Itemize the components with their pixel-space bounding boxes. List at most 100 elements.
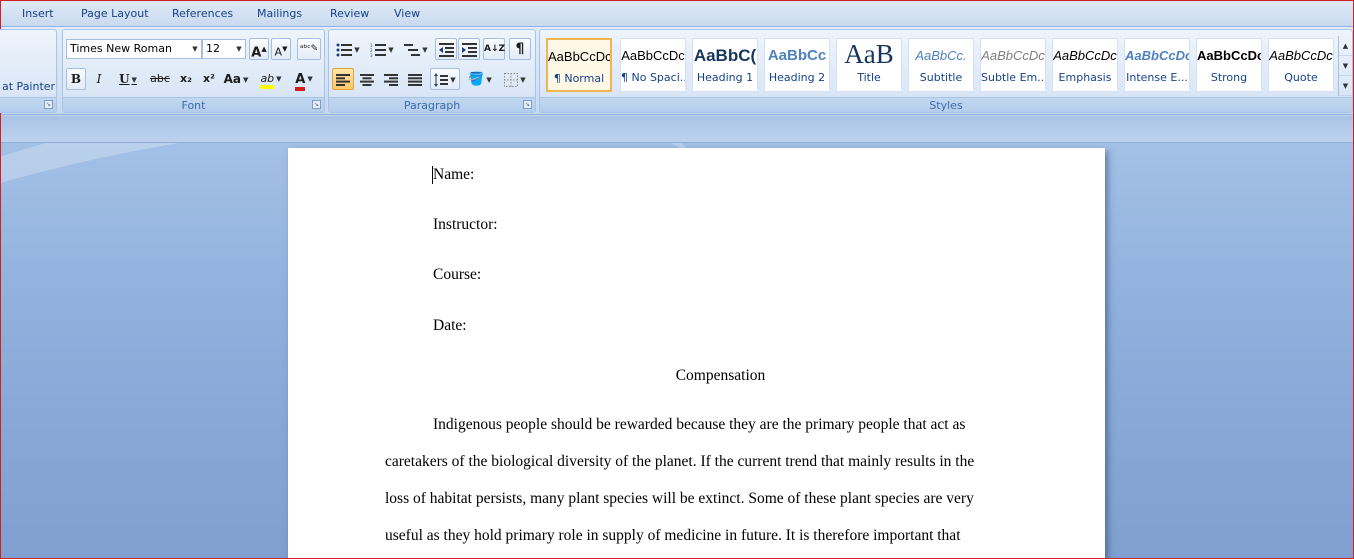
tab-references[interactable]: References bbox=[172, 7, 233, 20]
multilevel-list-button[interactable]: ▼ bbox=[400, 38, 432, 60]
font-size-value: 12 bbox=[206, 42, 220, 55]
font-color-button[interactable]: A ▼ bbox=[289, 68, 319, 91]
clear-formatting-button[interactable]: ᵃᵇᶜ✎ bbox=[297, 38, 321, 60]
style-heading-2[interactable]: AaBbCc Heading 2 bbox=[764, 38, 830, 92]
name-line[interactable]: Name: bbox=[433, 166, 474, 184]
font-group-label: Font bbox=[63, 97, 324, 112]
grow-font-label: A bbox=[251, 45, 262, 61]
style-intense-emphasis[interactable]: AaBbCcDc Intense E... bbox=[1124, 38, 1190, 92]
style-strong[interactable]: AaBbCcDc Strong bbox=[1196, 38, 1262, 92]
increase-indent-button[interactable] bbox=[458, 38, 480, 60]
show-formatting-marks-button[interactable]: ¶ bbox=[509, 38, 531, 60]
style-normal[interactable]: AaBbCcDc ¶ Normal bbox=[546, 38, 612, 92]
tab-view[interactable]: View bbox=[394, 7, 420, 20]
styles-gallery-scroll: ▲ ▼ ▼ bbox=[1338, 36, 1352, 96]
chevron-down-icon: ▼ bbox=[354, 45, 360, 54]
shrink-font-button[interactable]: A▼ bbox=[271, 38, 291, 60]
format-painter-button[interactable]: at Painter bbox=[2, 80, 55, 93]
change-case-button[interactable]: Aa ▼ bbox=[221, 68, 251, 90]
numbering-button[interactable]: 1 2 3 ▼ bbox=[366, 38, 398, 60]
font-name-combo[interactable]: Times New Roman ▼ bbox=[66, 39, 202, 59]
paragraph-group-label: Paragraph bbox=[329, 97, 535, 112]
paragraph-line-3[interactable]: loss of habitat persists, many plant spe… bbox=[385, 490, 974, 508]
font-size-combo[interactable]: 12 ▼ bbox=[202, 39, 246, 59]
style-sample: AaBbCcDc bbox=[1269, 48, 1333, 63]
borders-icon bbox=[504, 72, 519, 87]
sort-icon: A↓Z bbox=[484, 44, 506, 54]
svg-text:3: 3 bbox=[370, 53, 373, 57]
underline-label: U bbox=[119, 72, 130, 86]
subscript-button[interactable]: x₂ bbox=[175, 68, 197, 90]
ruler-bar bbox=[1, 116, 1353, 143]
align-right-button[interactable] bbox=[380, 68, 402, 90]
styles-group-label: Styles bbox=[540, 97, 1352, 112]
course-line[interactable]: Course: bbox=[433, 266, 481, 284]
chevron-down-icon: ▼ bbox=[450, 75, 456, 84]
tab-page-layout[interactable]: Page Layout bbox=[81, 7, 149, 20]
tab-review[interactable]: Review bbox=[330, 7, 369, 20]
bullets-button[interactable]: ▼ bbox=[332, 38, 364, 60]
document-title[interactable]: Compensation bbox=[288, 367, 1153, 385]
chevron-down-icon: ▼ bbox=[131, 74, 137, 84]
borders-button[interactable]: ▼ bbox=[499, 68, 531, 90]
shading-button[interactable]: 🪣 ▼ bbox=[464, 68, 496, 90]
change-case-label: Aa bbox=[223, 72, 241, 86]
ribbon-tabs: Insert Page Layout References Mailings R… bbox=[1, 1, 1353, 27]
align-right-icon bbox=[384, 73, 398, 86]
highlighter-icon: ab bbox=[260, 72, 275, 89]
style-sample: AaBbCcDc bbox=[548, 49, 610, 64]
align-left-button[interactable] bbox=[332, 68, 354, 90]
style-subtle-emphasis[interactable]: AaBbCcDc Subtle Em... bbox=[980, 38, 1046, 92]
style-name: Heading 1 bbox=[696, 71, 754, 84]
tab-mailings[interactable]: Mailings bbox=[257, 7, 302, 20]
justify-button[interactable] bbox=[404, 68, 426, 90]
align-left-icon bbox=[336, 73, 350, 86]
clipboard-group: at Painter ↘ bbox=[0, 29, 57, 113]
paragraph-dialog-launcher[interactable]: ↘ bbox=[523, 100, 532, 109]
style-title[interactable]: AaB Title bbox=[836, 38, 902, 92]
paint-bucket-icon: 🪣 bbox=[468, 72, 485, 87]
style-sample: AaBbCcDc bbox=[1125, 48, 1189, 63]
font-group: Times New Roman ▼ 12 ▼ A▲ A▼ ᵃᵇᶜ✎ B I U ▼… bbox=[62, 29, 325, 113]
document-workspace: Name: Instructor: Course: Date: Compensa… bbox=[1, 143, 1353, 558]
style-subtitle[interactable]: AaBbCc. Subtitle bbox=[908, 38, 974, 92]
chevron-down-icon[interactable]: ▼ bbox=[1339, 56, 1352, 76]
style-quote[interactable]: AaBbCcDc Quote bbox=[1268, 38, 1334, 92]
italic-button[interactable]: I bbox=[89, 68, 109, 90]
paragraph-line-4[interactable]: useful as they hold primary role in supp… bbox=[385, 527, 961, 545]
numbered-list-icon: 123 bbox=[370, 43, 387, 58]
underline-button[interactable]: U ▼ bbox=[113, 68, 143, 90]
bold-button[interactable]: B bbox=[66, 68, 86, 90]
align-center-icon bbox=[360, 73, 374, 86]
strikethrough-button[interactable]: abc bbox=[148, 68, 172, 90]
line-spacing-icon bbox=[434, 72, 449, 87]
tab-insert[interactable]: Insert bbox=[22, 7, 54, 20]
document-page[interactable]: Name: Instructor: Course: Date: Compensa… bbox=[288, 148, 1105, 558]
highlight-button[interactable]: ab ▼ bbox=[256, 68, 286, 90]
sort-button[interactable]: A↓Z bbox=[483, 38, 505, 60]
chevron-down-icon: ▼ bbox=[307, 75, 313, 83]
style-heading-1[interactable]: AaBbC( Heading 1 bbox=[692, 38, 758, 92]
superscript-button[interactable]: x² bbox=[198, 68, 220, 90]
chevron-down-icon: ▼ bbox=[422, 45, 428, 54]
style-sample: AaBbCc. bbox=[915, 48, 967, 63]
line-spacing-button[interactable]: ▼ bbox=[430, 68, 460, 90]
align-center-button[interactable] bbox=[356, 68, 378, 90]
paragraph-line-1[interactable]: Indigenous people should be rewarded bec… bbox=[433, 416, 965, 434]
grow-font-button[interactable]: A▲ bbox=[249, 38, 269, 60]
style-name: Intense E... bbox=[1126, 71, 1188, 84]
font-dialog-launcher[interactable]: ↘ bbox=[312, 100, 321, 109]
clipboard-dialog-launcher[interactable]: ↘ bbox=[44, 100, 53, 109]
chevron-up-icon[interactable]: ▲ bbox=[1339, 36, 1352, 56]
style-emphasis[interactable]: AaBbCcDc Emphasis bbox=[1052, 38, 1118, 92]
gallery-more-icon[interactable]: ▼ bbox=[1339, 76, 1352, 96]
chevron-down-icon: ▼ bbox=[192, 45, 198, 53]
chevron-down-icon: ▼ bbox=[520, 75, 526, 84]
style-sample: AaB bbox=[844, 39, 894, 69]
date-line[interactable]: Date: bbox=[433, 317, 467, 335]
style-sample: AaBbCcDc bbox=[981, 48, 1045, 63]
style-no-spacing[interactable]: AaBbCcDc ¶ No Spaci... bbox=[620, 38, 686, 92]
decrease-indent-button[interactable] bbox=[435, 38, 457, 60]
paragraph-line-2[interactable]: caretakers of the biological diversity o… bbox=[385, 453, 974, 471]
instructor-line[interactable]: Instructor: bbox=[433, 216, 498, 234]
